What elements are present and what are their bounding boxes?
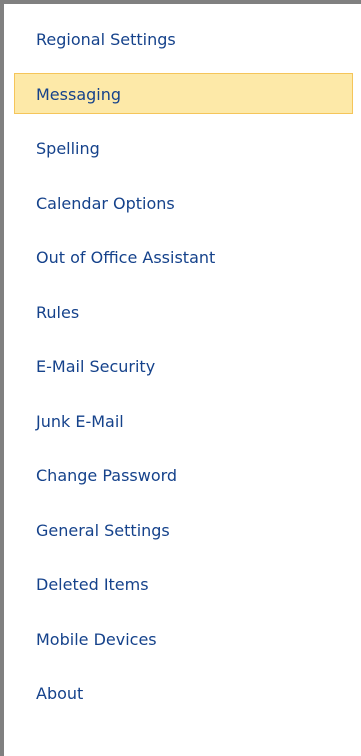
nav-item-out-of-office-assistant[interactable]: Out of Office Assistant (14, 236, 353, 277)
nav-item-spelling[interactable]: Spelling (14, 127, 353, 168)
panel-left-border (0, 0, 4, 756)
nav-item-email-security[interactable]: E-Mail Security (14, 345, 353, 386)
nav-item-rules[interactable]: Rules (14, 291, 353, 332)
panel-top-border (0, 0, 361, 4)
nav-item-regional-settings[interactable]: Regional Settings (14, 18, 353, 59)
nav-item-about[interactable]: About (14, 672, 353, 713)
options-navigation-panel: Regional Settings Messaging Spelling Cal… (0, 0, 361, 756)
nav-item-messaging[interactable]: Messaging (14, 72, 353, 114)
nav-item-change-password[interactable]: Change Password (14, 454, 353, 495)
nav-item-mobile-devices[interactable]: Mobile Devices (14, 618, 353, 659)
nav-item-calendar-options[interactable]: Calendar Options (14, 182, 353, 223)
options-menu: Regional Settings Messaging Spelling Cal… (14, 18, 353, 727)
nav-item-general-settings[interactable]: General Settings (14, 509, 353, 550)
nav-item-deleted-items[interactable]: Deleted Items (14, 563, 353, 604)
nav-item-junk-email[interactable]: Junk E-Mail (14, 400, 353, 441)
